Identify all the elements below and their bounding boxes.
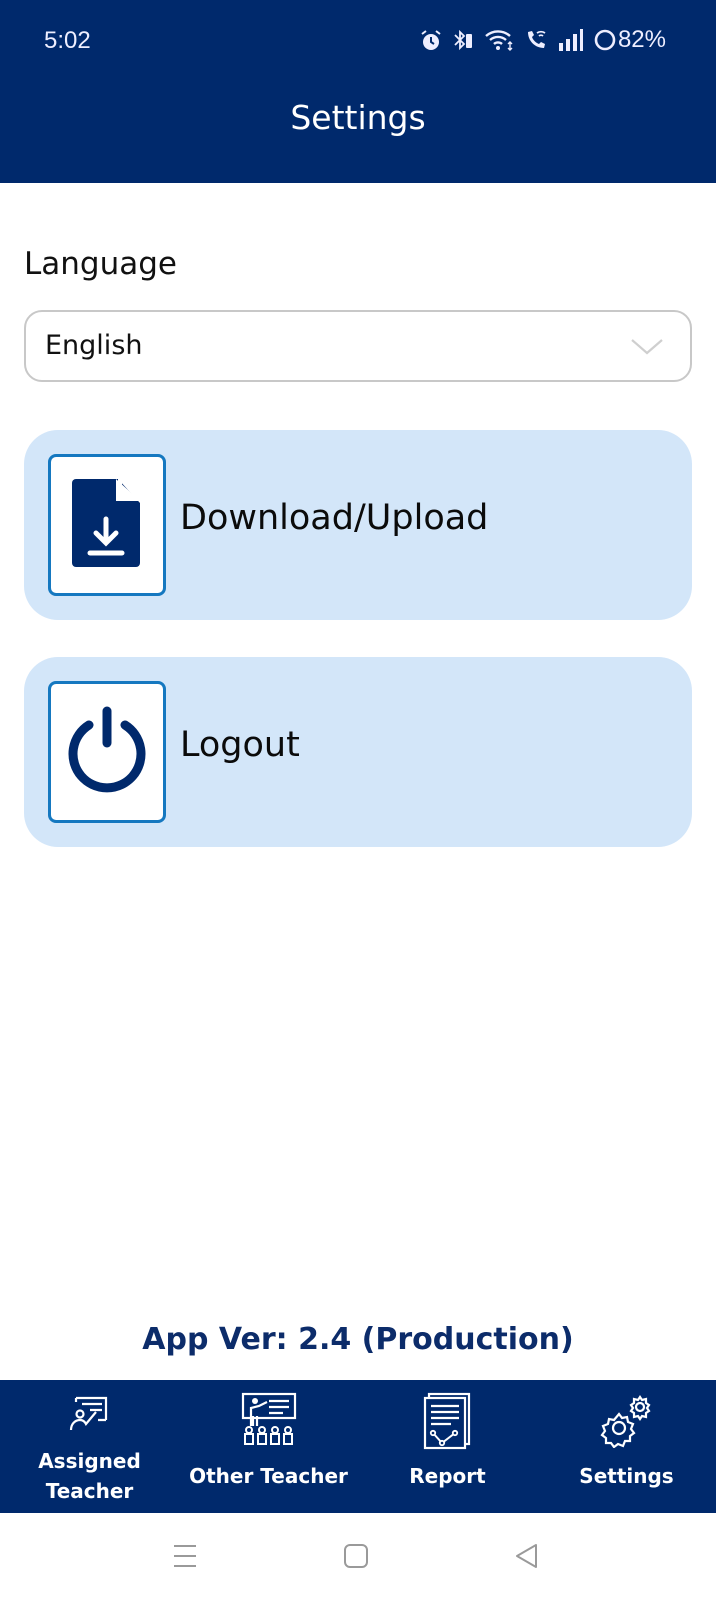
signal-icon	[558, 29, 584, 51]
home-icon[interactable]	[343, 1543, 369, 1573]
battery-level: 82%	[617, 26, 666, 53]
file-download-icon	[70, 475, 144, 575]
bluetooth-icon	[452, 28, 474, 52]
status-icons: 82%	[420, 26, 666, 54]
page-title: Settings	[290, 98, 426, 137]
report-icon	[423, 1392, 473, 1454]
app-header: 5:02 82% Settings	[0, 0, 716, 183]
alarm-icon	[420, 28, 442, 52]
nav-assigned-teacher[interactable]: Assigned Teacher	[0, 1380, 179, 1513]
nav-report-label: Report	[409, 1464, 486, 1488]
nav-assigned-teacher-label: Assigned Teacher	[38, 1449, 141, 1503]
language-label: Language	[24, 246, 177, 282]
status-time: 5:02	[44, 27, 91, 54]
nav-report[interactable]: Report	[358, 1380, 537, 1513]
nav-other-teacher-label: Other Teacher	[189, 1464, 348, 1488]
app-version: App Ver: 2.4 (Production)	[142, 1322, 574, 1357]
wifi-icon	[484, 28, 514, 52]
logout-button[interactable]: Logout	[24, 657, 692, 847]
nav-other-teacher[interactable]: Other Teacher	[179, 1380, 358, 1513]
logout-icon-box	[48, 681, 166, 823]
gears-icon	[599, 1392, 655, 1452]
download-upload-label: Download/Upload	[180, 498, 489, 538]
recents-icon[interactable]	[172, 1543, 198, 1573]
language-selected-value: English	[45, 330, 143, 361]
classroom-icon	[241, 1392, 297, 1452]
nav-settings-label: Settings	[579, 1464, 674, 1488]
battery-ring-icon	[594, 28, 616, 52]
logout-label: Logout	[180, 725, 300, 765]
language-select[interactable]: English	[24, 310, 692, 382]
nav-settings[interactable]: Settings	[537, 1380, 716, 1513]
wifi-calling-icon	[524, 28, 548, 52]
status-bar: 5:02 82%	[0, 0, 716, 84]
bottom-nav: Assigned Teacher Other Teacher Report Se…	[0, 1380, 716, 1513]
system-navigation-bar	[0, 1513, 716, 1600]
teacher-board-icon	[68, 1392, 112, 1440]
chevron-down-icon	[630, 338, 664, 360]
back-icon[interactable]	[514, 1543, 540, 1573]
download-upload-button[interactable]: Download/Upload	[24, 430, 692, 620]
download-icon-box	[48, 454, 166, 596]
power-icon	[62, 705, 152, 799]
